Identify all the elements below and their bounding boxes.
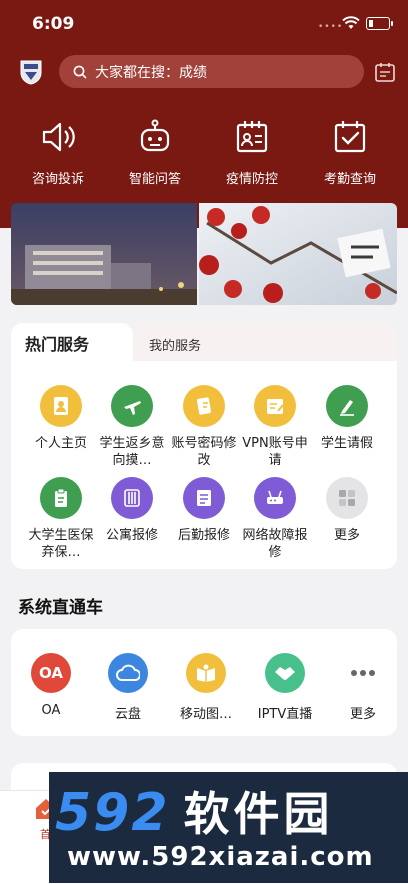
quick-action-epidemic[interactable]: 疫情防控 [207,118,297,187]
system-oa[interactable]: OA OA [13,653,89,718]
system-mobile-library[interactable]: 移动图… [168,653,244,722]
system-card: OA OA 云盘 移动图… IPTV直播 更多 [11,629,397,736]
campus-banner[interactable] [11,203,397,305]
service-label: VPN账号申请 [242,436,308,468]
service-label: 公寓报修 [105,528,158,543]
tab-my-services[interactable]: 我的服务 [149,323,201,361]
quick-actions: 咨询投诉 智能问答 疫情防控 考勤查询 [0,118,408,188]
system-cloud-disk[interactable]: 云盘 [90,653,166,722]
search-bar[interactable]: 大家都在搜：成绩 [59,55,364,88]
wifi-icon [342,16,360,29]
search-placeholder: 大家都在搜：成绩 [95,64,207,81]
robot-icon [140,119,170,152]
quick-action-label: 考勤查询 [323,172,376,187]
service-student-leave[interactable]: 学生请假 [309,385,385,452]
service-label: 更多 [333,528,360,543]
profile-icon [40,385,82,427]
system-label: 更多 [349,707,376,722]
more-grid-icon [326,477,368,519]
quick-action-attendance[interactable]: 考勤查询 [305,118,395,187]
watermark-overlay: 592 软件园 www.592xiazai.com [49,772,408,883]
quick-action-label: 疫情防控 [225,172,278,187]
service-label: 个人主页 [34,436,87,451]
handshake-icon [265,653,305,693]
calendar-check-icon [334,121,366,153]
quick-action-complaint[interactable]: 咨询投诉 [13,118,103,187]
speaker-icon [42,122,75,152]
quick-action-label: 智能问答 [128,172,181,187]
system-section-title: 系统直通车 [18,598,103,618]
grid-icon [111,477,153,519]
watermark-url: www.592xiazai.com [67,842,374,872]
service-more[interactable]: 更多 [309,477,385,544]
quick-action-qa[interactable]: 智能问答 [110,118,200,187]
battery-icon [366,17,393,30]
clipboard-icon [40,477,82,519]
quick-action-label: 咨询投诉 [31,172,84,187]
service-medical-insurance[interactable]: 大学生医保弃保… [23,477,99,561]
service-dorm-repair[interactable]: 公寓报修 [94,477,170,544]
router-icon [254,477,296,519]
service-label: 学生请假 [320,436,373,451]
system-label: OA [41,703,61,718]
calendar-icon[interactable] [374,61,396,83]
cloud-icon [108,653,148,693]
more-dots-icon [343,653,383,693]
services-card: 热门服务 我的服务 个人主页 学生返乡意向摸… 账号密码修改 VPN账号申请 学… [11,323,397,569]
service-profile[interactable]: 个人主页 [23,385,99,452]
service-label: 账号密码修改 [171,436,237,468]
system-label: 云盘 [114,707,141,722]
airplane-icon [111,385,153,427]
search-icon [73,65,87,79]
status-bar: 6:09 •••• [0,0,408,48]
service-label: 大学生医保弃保… [28,528,94,560]
service-label: 学生返乡意向摸… [99,436,165,468]
service-return-home-survey[interactable]: 学生返乡意向摸… [94,385,170,469]
book-icon [186,653,226,693]
signal-dots: •••• [318,22,344,32]
service-logistics-repair[interactable]: 后勤报修 [166,477,242,544]
service-label: 网络故障报修 [242,528,308,560]
school-logo [20,60,42,85]
system-iptv[interactable]: IPTV直播 [247,653,323,722]
service-vpn-apply[interactable]: VPN账号申请 [237,385,313,469]
id-card-calendar-icon [236,121,268,153]
service-label: 后勤报修 [177,528,230,543]
service-password-change[interactable]: 账号密码修改 [166,385,242,469]
pen-icon [326,385,368,427]
system-label: IPTV直播 [257,707,313,722]
report-icon [183,477,225,519]
tab-hot-services[interactable]: 热门服务 [11,323,133,361]
form-icon [254,385,296,427]
oa-icon: OA [31,653,71,693]
system-label: 移动图… [179,707,232,722]
document-edit-icon [183,385,225,427]
system-more[interactable]: 更多 [325,653,401,722]
status-time: 6:09 [32,14,75,34]
watermark-brand: 592 软件园 [55,783,334,843]
service-network-repair[interactable]: 网络故障报修 [237,477,313,561]
